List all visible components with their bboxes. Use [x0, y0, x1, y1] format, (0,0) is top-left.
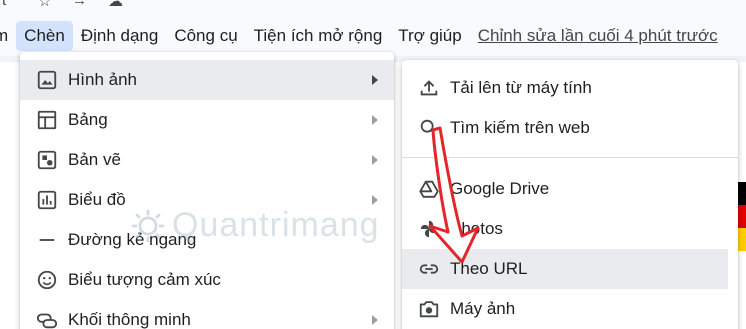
last-edit-link[interactable]: Chỉnh sửa lần cuối 4 phút trước	[478, 26, 718, 46]
camera-icon	[419, 301, 439, 318]
smart-chips-icon	[36, 313, 58, 329]
menu-divider	[402, 157, 738, 158]
menu-item-label: Khối thông minh	[68, 310, 191, 329]
submenu-arrow-icon	[372, 75, 378, 85]
google-photos-icon	[420, 220, 438, 238]
submenu-arrow-icon	[372, 315, 378, 325]
submenu-item-label: Theo URL	[450, 259, 528, 278]
submenu-item-upload[interactable]: Tải lên từ máy tính	[402, 68, 728, 108]
menu-insert[interactable]: Chèn	[16, 21, 73, 51]
link-icon	[419, 264, 439, 274]
menu-bar: m Chèn Định dạng Công cụ Tiện ích mở rộn…	[0, 20, 746, 52]
top-toolbar-fragment: t ☆ → ☁	[0, 0, 746, 14]
search-icon	[420, 119, 438, 137]
submenu-item-photos[interactable]: Photos	[402, 209, 728, 249]
menu-item-label: Biểu đồ	[68, 190, 126, 209]
menu-item-label: Biểu tượng cảm xúc	[68, 270, 221, 289]
menu-item-label: Bảng	[68, 110, 108, 129]
image-submenu: Tải lên từ máy tính Tìm kiếm trên web Go…	[402, 60, 738, 329]
cloud-status-icon[interactable]: ☁	[108, 0, 123, 10]
insert-menu: Hình ảnh Bảng Bản vẽ Biểu đồ Đường kẻ ng…	[20, 52, 394, 329]
submenu-item-by-url[interactable]: Theo URL	[402, 249, 728, 289]
menu-item-label: Hình ảnh	[68, 70, 137, 89]
submenu-item-camera[interactable]: Máy ảnh	[402, 289, 728, 329]
menu-item-horizontal-line[interactable]: Đường kẻ ngang	[20, 220, 394, 260]
menu-item-smart-chips[interactable]: Khối thông minh	[20, 300, 394, 329]
menu-item-table[interactable]: Bảng	[20, 100, 394, 140]
chart-icon	[37, 190, 57, 210]
submenu-item-web-search[interactable]: Tìm kiếm trên web	[402, 108, 728, 148]
submenu-arrow-icon	[372, 195, 378, 205]
menu-help[interactable]: Trợ giúp	[390, 21, 469, 51]
submenu-item-label: Tìm kiếm trên web	[450, 118, 590, 137]
submenu-item-label: Tải lên từ máy tính	[450, 78, 592, 97]
submenu-arrow-icon	[372, 115, 378, 125]
menu-item-label: Bản vẽ	[68, 150, 121, 169]
title-fragment: t	[2, 0, 7, 9]
horizontal-line-icon	[39, 239, 55, 241]
submenu-item-google-drive[interactable]: Google Drive	[402, 169, 728, 209]
submenu-item-label: Photos	[450, 219, 503, 238]
table-icon	[37, 110, 57, 130]
submenu-arrow-icon	[372, 155, 378, 165]
menu-format[interactable]: Định dạng	[73, 21, 167, 51]
drawing-icon	[37, 150, 57, 170]
menu-item-chart[interactable]: Biểu đồ	[20, 180, 394, 220]
menu-extensions[interactable]: Tiện ích mở rộng	[246, 21, 391, 51]
menu-tools[interactable]: Công cụ	[166, 21, 245, 51]
menu-item-image[interactable]: Hình ảnh	[20, 60, 394, 100]
menu-item-label: Đường kẻ ngang	[68, 230, 197, 249]
move-icon[interactable]: →	[72, 0, 87, 9]
menu-item-emoji[interactable]: Biểu tượng cảm xúc	[20, 260, 394, 300]
submenu-item-label: Google Drive	[450, 179, 550, 198]
google-drive-icon	[419, 180, 439, 198]
submenu-item-label: Máy ảnh	[450, 299, 516, 318]
menu-item-drawing[interactable]: Bản vẽ	[20, 140, 394, 180]
image-icon	[37, 70, 57, 90]
emoji-icon	[37, 270, 57, 290]
star-icon[interactable]: ☆	[38, 0, 51, 10]
menu-view[interactable]: m	[0, 21, 16, 51]
upload-icon	[420, 80, 438, 96]
